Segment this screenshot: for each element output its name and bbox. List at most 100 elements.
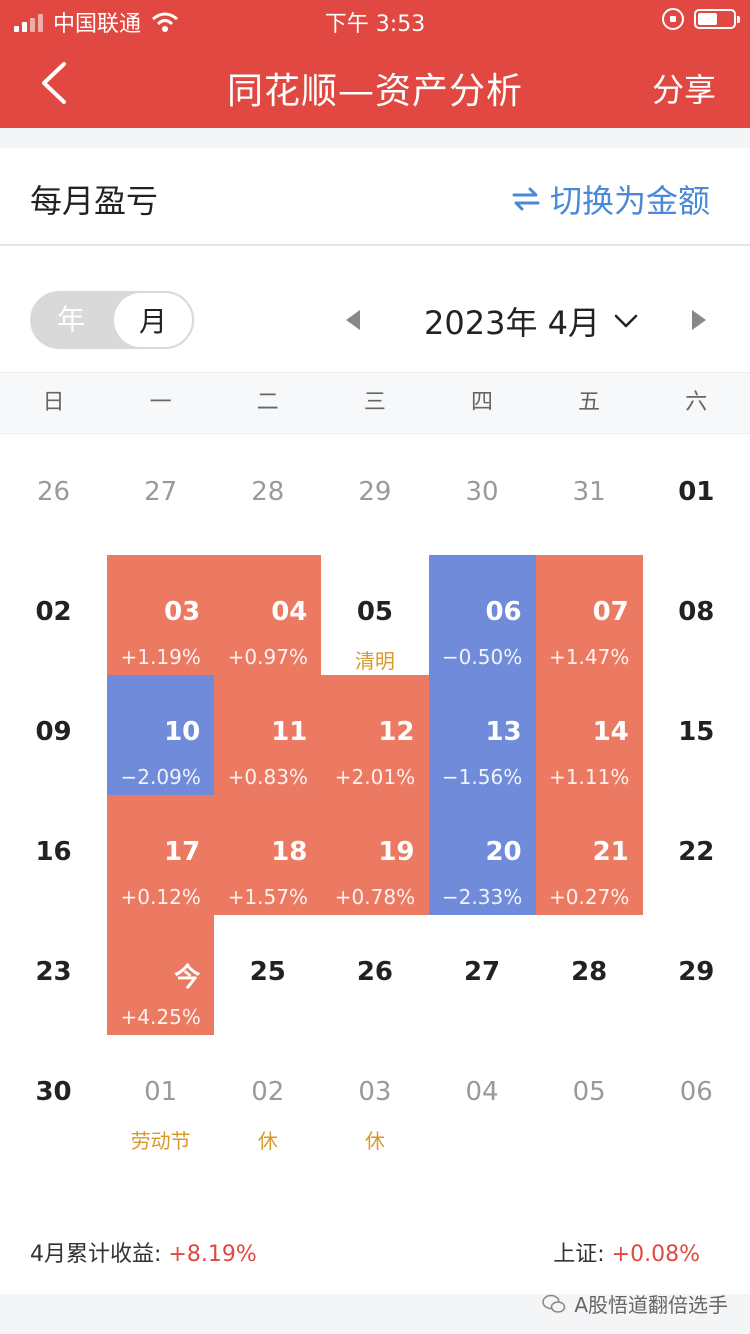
calendar-day[interactable]: 28 — [214, 435, 321, 555]
cumulative-return: 4月累计收益: +8.19% — [30, 1236, 257, 1268]
day-change: +0.12% — [120, 885, 201, 909]
section-header: 每月盈亏 切换为金额 — [0, 148, 750, 246]
index-value: +0.08% — [611, 1242, 700, 1267]
calendar-day[interactable]: 29 — [321, 435, 428, 555]
calendar-day[interactable]: 10 −2.09% — [107, 675, 215, 795]
calendar-week: 26 27 28 29 30 31 01 — [0, 435, 750, 555]
switch-label: 切换为金额 — [549, 182, 710, 220]
day-number: 03 — [358, 1077, 392, 1107]
day-number: 21 — [592, 837, 629, 867]
calendar-week: 16 17 +0.12% 18 +1.57% 19 +0.78% 20 −2.33% 21 +0.2… — [0, 795, 750, 915]
calendar-day[interactable]: 16 — [0, 795, 107, 915]
month-label: 2023年 4月 — [424, 304, 600, 342]
calendar-day[interactable]: 20 −2.33% — [428, 795, 536, 915]
day-number: 31 — [572, 477, 606, 507]
day-change: +1.11% — [549, 765, 630, 789]
calendar-day[interactable]: 30 — [429, 435, 536, 555]
calendar-day[interactable]: 06 — [643, 1035, 750, 1155]
calendar-day[interactable]: 07 +1.47% — [535, 555, 643, 675]
day-number: 14 — [592, 717, 629, 747]
calendar-day[interactable]: 01 — [643, 435, 750, 555]
toggle-month[interactable]: 月 — [112, 291, 194, 349]
calendar-day[interactable]: 12 +2.01% — [321, 675, 429, 795]
calendar-day[interactable]: 05 清明 — [321, 555, 428, 675]
calendar-day[interactable]: 02 — [0, 555, 107, 675]
calendar-day[interactable]: 08 — [643, 555, 750, 675]
switch-to-amount-button[interactable]: 切换为金额 — [510, 176, 710, 222]
weekday-label: 二 — [256, 390, 279, 415]
calendar-day[interactable]: 14 +1.11% — [535, 675, 643, 795]
prev-month-icon[interactable] — [346, 310, 360, 330]
calendar-week: 09 10 −2.09% 11 +0.83% 12 +2.01% 13 −1.56% 14 +1.1… — [0, 675, 750, 795]
next-month-icon[interactable] — [692, 310, 706, 330]
status-right — [662, 8, 740, 30]
day-number: 02 — [251, 1077, 285, 1107]
toggle-year[interactable]: 年 — [30, 291, 112, 349]
weekday-label: 六 — [685, 390, 708, 415]
day-number: 27 — [144, 477, 178, 507]
day-number: 13 — [485, 717, 522, 747]
day-change: +1.19% — [120, 645, 201, 669]
day-number: 03 — [164, 597, 201, 627]
day-number: 30 — [35, 1077, 72, 1107]
calendar-grid: 26 27 28 29 30 31 01 02 03 +1.19% 04 +0.97% 05 清明 06 −0… — [0, 435, 750, 1155]
period-toggle[interactable]: 年 月 — [30, 291, 194, 349]
calendar-day[interactable]: 04 +0.97% — [214, 555, 322, 675]
day-change: +2.01% — [334, 765, 416, 789]
calendar-day[interactable]: 17 +0.12% — [107, 795, 215, 915]
day-number: 10 — [164, 717, 201, 747]
calendar-day[interactable]: 02 休 — [214, 1035, 321, 1155]
day-number: 今 — [174, 963, 201, 993]
month-selector[interactable]: 2023年 4月 — [424, 298, 638, 344]
calendar-day[interactable]: 01 劳动节 — [107, 1035, 214, 1155]
calendar-day[interactable]: 22 — [643, 795, 750, 915]
calendar-day[interactable]: 26 — [0, 435, 107, 555]
calendar-day[interactable]: 09 — [0, 675, 107, 795]
calendar-day[interactable]: 15 — [643, 675, 750, 795]
calendar-day[interactable]: 今 +4.25% — [107, 915, 215, 1035]
day-number: 25 — [249, 957, 286, 987]
share-button[interactable]: 分享 — [652, 65, 716, 111]
weekday-label: 日 — [42, 390, 65, 415]
watermark-text: A股悟道翻倍选手 — [574, 1293, 728, 1317]
day-number: 05 — [356, 597, 394, 627]
calendar-day[interactable]: 31 — [536, 435, 643, 555]
calendar-day[interactable]: 23 — [0, 915, 107, 1035]
calendar-day[interactable]: 25 — [214, 915, 321, 1035]
calendar-day[interactable]: 13 −1.56% — [428, 675, 536, 795]
day-number: 07 — [592, 597, 629, 627]
day-number: 20 — [485, 837, 522, 867]
day-change: −0.50% — [441, 645, 523, 669]
calendar-week: 23 今 +4.25% 25 26 27 28 29 — [0, 915, 750, 1035]
calendar-day[interactable]: 27 — [107, 435, 214, 555]
day-number: 01 — [678, 477, 715, 507]
day-number: 15 — [678, 717, 715, 747]
day-number: 28 — [251, 477, 285, 507]
app-header: 中国联通 下午 3:53 同花顺—资产分析 分享 — [0, 0, 750, 128]
index-label: 上证: — [553, 1242, 605, 1267]
day-change: +0.27% — [549, 885, 630, 909]
day-change: +4.25% — [120, 1005, 201, 1029]
calendar-day[interactable]: 03 休 — [321, 1035, 428, 1155]
day-change: −1.56% — [441, 765, 523, 789]
day-number: 05 — [572, 1077, 606, 1107]
weekday-label: 四 — [471, 390, 494, 415]
calendar-day[interactable]: 04 — [429, 1035, 536, 1155]
day-change: +1.47% — [549, 645, 630, 669]
calendar-day[interactable]: 26 — [321, 915, 428, 1035]
day-number: 09 — [35, 717, 72, 747]
cumulative-label: 4月累计收益: — [30, 1242, 162, 1267]
calendar-day[interactable]: 06 −0.50% — [428, 555, 536, 675]
calendar-day[interactable]: 21 +0.27% — [535, 795, 643, 915]
calendar-day[interactable]: 05 — [536, 1035, 643, 1155]
calendar-day[interactable]: 30 — [0, 1035, 107, 1155]
calendar-day[interactable]: 29 — [643, 915, 750, 1035]
calendar-day[interactable]: 18 +1.57% — [214, 795, 322, 915]
calendar-day[interactable]: 03 +1.19% — [107, 555, 215, 675]
calendar-day[interactable]: 19 +0.78% — [321, 795, 429, 915]
calendar-day[interactable]: 28 — [536, 915, 643, 1035]
watermark: A股悟道翻倍选手 — [542, 1289, 728, 1318]
calendar-day[interactable]: 27 — [429, 915, 536, 1035]
holiday-note: 休 — [257, 1129, 278, 1153]
calendar-day[interactable]: 11 +0.83% — [214, 675, 322, 795]
